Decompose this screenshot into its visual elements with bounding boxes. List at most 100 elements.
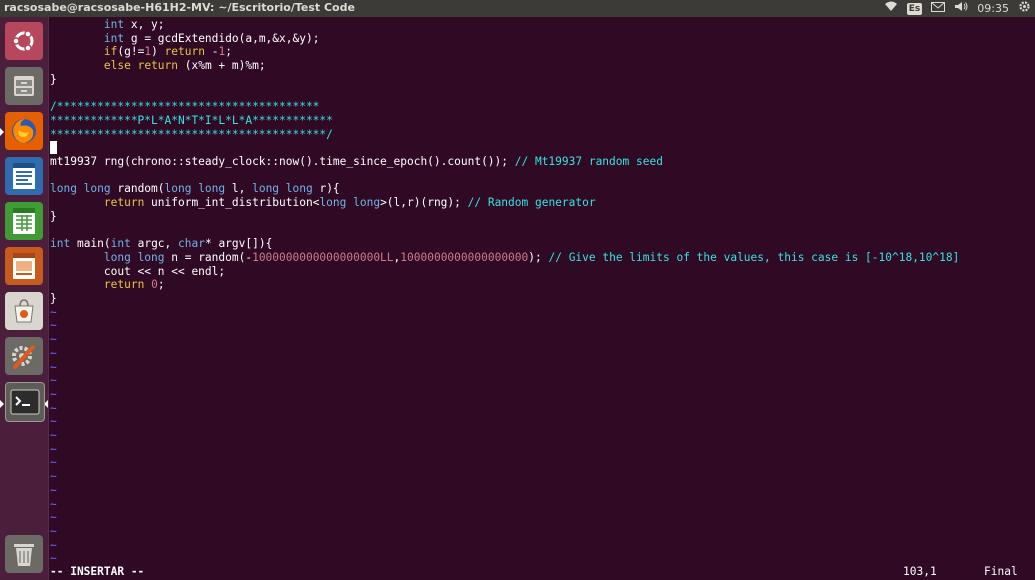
code-token: 1000000000000000000 <box>400 250 529 264</box>
terminal-icon <box>10 389 40 415</box>
empty-line-marker: ~ <box>50 524 57 538</box>
ubuntu-dash-button[interactable] <box>5 22 43 60</box>
code-line[interactable]: int x, y; <box>50 18 165 32</box>
vim-editor[interactable]: int x, y; int g = gcdExtendido(a,m,&x,&y… <box>50 17 1035 565</box>
empty-line-marker: ~ <box>50 319 57 333</box>
text-cursor <box>50 141 57 155</box>
code-line[interactable]: if(g!=1) return -1; <box>50 45 232 59</box>
code-token: (g!= <box>117 45 145 59</box>
code-line[interactable]: ****************************************… <box>50 128 333 142</box>
code-token: argc, <box>130 237 179 251</box>
libreoffice-impress-button[interactable] <box>5 247 43 285</box>
file-cabinet-icon <box>14 76 34 96</box>
running-indicator <box>0 400 4 408</box>
code-line[interactable]: } <box>50 292 57 306</box>
empty-line-marker: ~ <box>50 497 57 511</box>
gear-icon[interactable] <box>1018 0 1031 18</box>
editor-mode: -- INSERTAR -- <box>50 565 145 578</box>
running-indicator <box>0 128 4 136</box>
code-token: int <box>110 237 131 251</box>
code-token: (x%m + m)%m; <box>178 59 266 73</box>
libreoffice-writer-button[interactable] <box>5 157 43 195</box>
empty-line-marker: ~ <box>50 374 57 388</box>
code-token: return <box>137 59 179 73</box>
code-token: int <box>103 31 125 45</box>
code-token: int <box>50 237 71 251</box>
code-token: long long <box>252 182 313 196</box>
code-line[interactable]: } <box>50 210 57 224</box>
empty-line-marker: ~ <box>50 456 57 470</box>
code-line[interactable]: long long random(long long l, long long … <box>50 182 340 196</box>
code-token: ; <box>157 278 165 292</box>
empty-line-marker: ~ <box>50 333 57 347</box>
empty-line-marker: ~ <box>50 538 57 552</box>
code-line[interactable] <box>50 141 57 155</box>
empty-line-marker: ~ <box>50 470 57 484</box>
vim-status-line: -- INSERTAR -- 103,1 Final <box>50 564 1035 580</box>
code-token: else <box>103 59 131 73</box>
code-token: int <box>103 18 125 31</box>
code-comment: *************P*L*A*N*T*I*L*L*A**********… <box>50 113 333 127</box>
code-line[interactable]: mt19937 rng(chrono::steady_clock::now().… <box>50 155 663 169</box>
terminal-launcher-button[interactable] <box>5 382 45 422</box>
code-token: >(l,r)(rng); <box>380 196 468 210</box>
code-line[interactable]: else return (x%m + m)%m; <box>50 59 266 73</box>
code-token: uniform_int_distribution< <box>144 196 320 210</box>
code-line[interactable]: *************P*L*A*N*T*I*L*L*A**********… <box>50 114 333 128</box>
empty-line-marker: ~ <box>50 483 57 497</box>
code-line[interactable]: return 0; <box>50 278 165 292</box>
top-panel: racsosabe@racsosabe-H61H2-MV: ~/Escritor… <box>0 0 1035 17</box>
system-settings-button[interactable] <box>5 337 43 375</box>
code-line[interactable]: /*************************************** <box>50 100 319 114</box>
code-token: g = gcdExtendido(a,m,&x,&y); <box>124 31 320 45</box>
code-comment: ****************************************… <box>50 127 333 141</box>
cursor-position: 103,1 <box>903 565 937 578</box>
code-token: long long <box>164 182 226 196</box>
presentation-icon <box>13 253 35 279</box>
code-line[interactable]: long long n = random(-100000000000000000… <box>50 251 959 265</box>
scroll-position: Final <box>984 565 1018 578</box>
code-line[interactable]: int g = gcdExtendido(a,m,&x,&y); <box>50 31 320 46</box>
document-icon <box>13 163 35 189</box>
software-center-button[interactable] <box>5 292 43 330</box>
volume-icon[interactable] <box>954 0 968 17</box>
code-line[interactable]: return uniform_int_distribution<long lon… <box>50 196 596 210</box>
code-token: mt19937 rng(chrono::steady_clock::now().… <box>50 155 515 168</box>
code-token: long long <box>319 196 381 210</box>
code-token: long long <box>50 182 111 196</box>
empty-line-marker: ~ <box>50 511 57 525</box>
code-comment: /*************************************** <box>50 100 320 114</box>
code-line[interactable]: cout << n << endl; <box>50 265 225 279</box>
code-token: } <box>50 72 57 86</box>
code-token: - <box>204 45 219 59</box>
empty-line-marker: ~ <box>50 346 57 360</box>
code-token: char <box>178 237 205 251</box>
wifi-icon[interactable] <box>884 0 898 17</box>
files-launcher-button[interactable] <box>5 67 43 105</box>
empty-line-marker: ~ <box>50 305 57 319</box>
code-line[interactable]: } <box>50 73 57 87</box>
code-token: } <box>50 209 57 223</box>
code-token: random( <box>110 182 165 196</box>
code-token: r){ <box>312 182 340 196</box>
empty-line-marker: ~ <box>50 442 57 456</box>
code-token: * argv[]){ <box>204 237 273 251</box>
code-token: } <box>50 292 57 305</box>
mail-icon[interactable] <box>931 0 946 17</box>
clock[interactable]: 09:35 <box>977 0 1009 17</box>
system-tray: Es 09:35 <box>884 0 1031 17</box>
code-token: x, y; <box>124 18 165 31</box>
launcher <box>0 17 49 580</box>
code-token: if <box>103 45 118 59</box>
firefox-launcher-button[interactable] <box>5 112 43 150</box>
code-line[interactable]: int main(int argc, char* argv[]){ <box>50 237 272 251</box>
trash-button[interactable] <box>5 535 43 573</box>
keyboard-layout-indicator[interactable]: Es <box>906 2 923 15</box>
code-comment: // Give the limits of the values, this c… <box>548 250 960 264</box>
libreoffice-calc-button[interactable] <box>5 202 43 240</box>
